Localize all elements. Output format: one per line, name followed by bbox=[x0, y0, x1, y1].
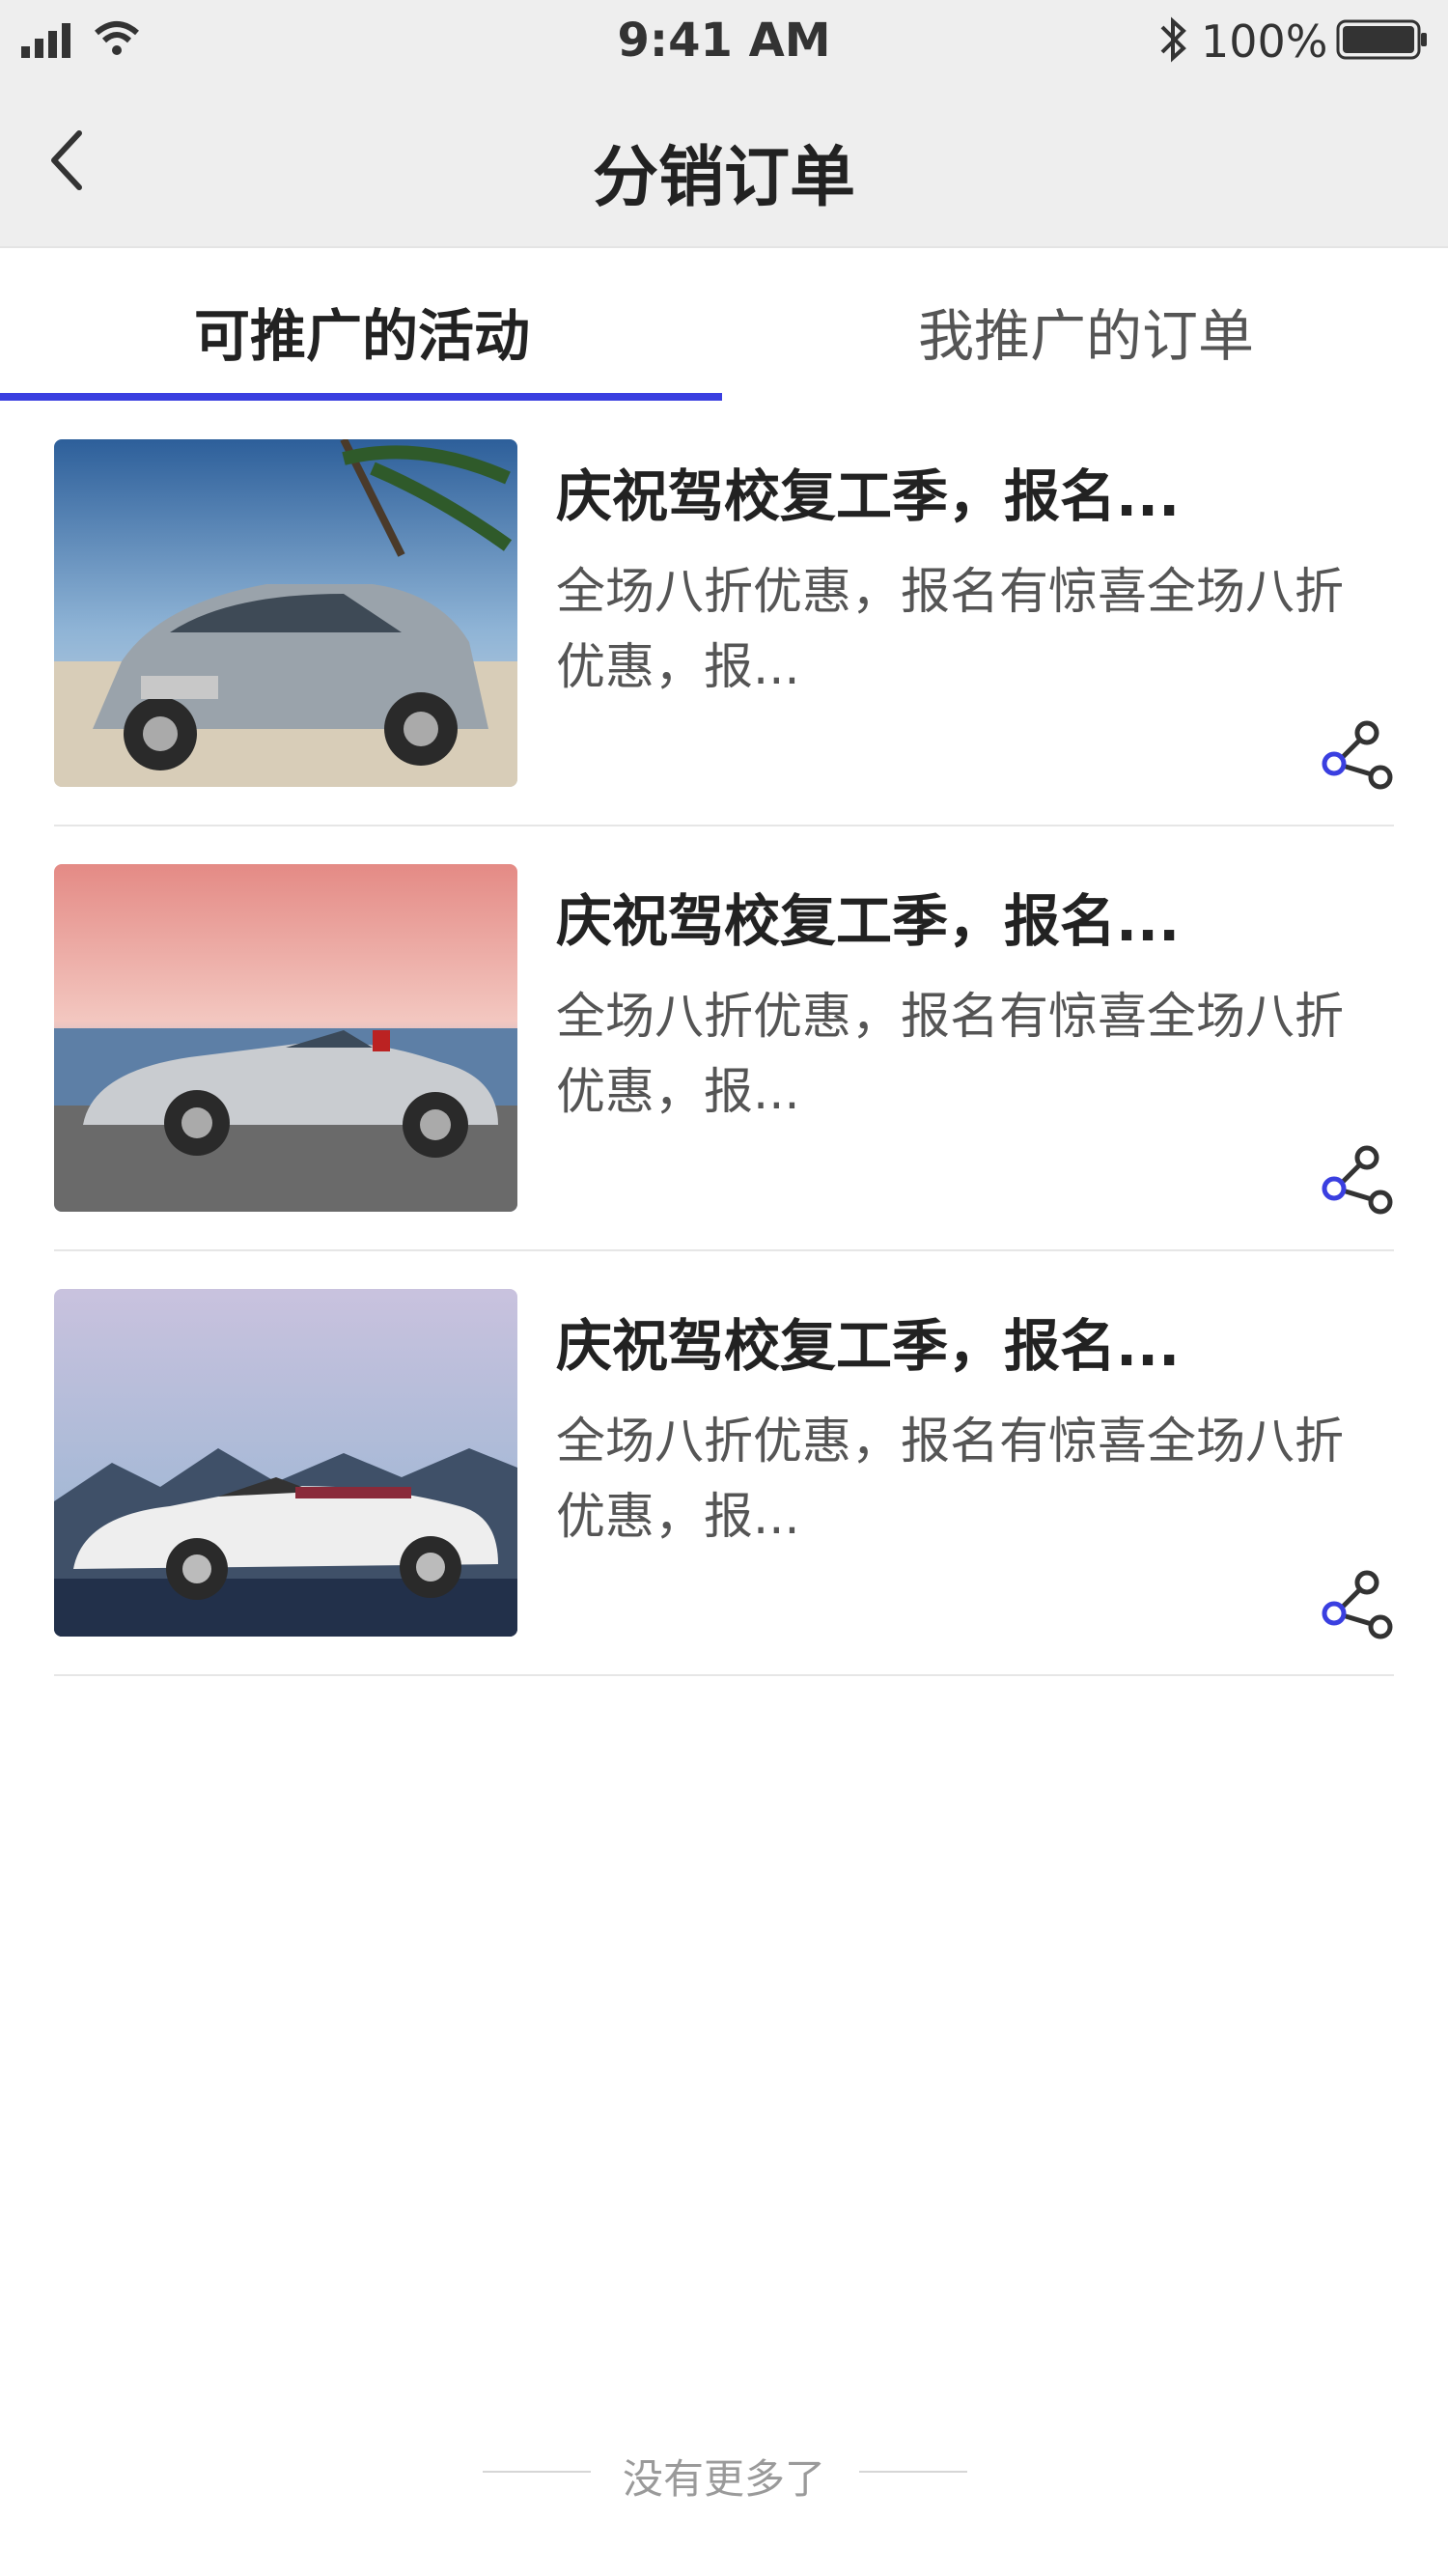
activity-image bbox=[54, 864, 517, 1212]
tab-label: 可推广的活动 bbox=[193, 303, 530, 369]
activity-description: 全场八折优惠，报名有惊喜全场八折优惠，报... bbox=[556, 564, 1345, 696]
activity-title: 庆祝驾校复工季，报名... bbox=[556, 463, 1181, 529]
activity-image bbox=[54, 1289, 517, 1637]
battery-percentage: 100% bbox=[1201, 15, 1328, 68]
activity-image bbox=[54, 439, 517, 787]
activity-title: 庆祝驾校复工季，报名... bbox=[556, 1313, 1181, 1379]
list-end-footer: 没有更多了 bbox=[0, 2443, 1448, 2503]
tab-bar: 可推广的活动 我推广的订单 bbox=[0, 248, 1448, 401]
share-icon[interactable] bbox=[1321, 719, 1394, 793]
tab-label: 我推广的订单 bbox=[917, 303, 1254, 369]
status-bar: 9:41 AM 100% bbox=[0, 0, 1448, 85]
activity-title: 庆祝驾校复工季，报名... bbox=[556, 888, 1181, 954]
share-icon[interactable] bbox=[1321, 1569, 1394, 1642]
tab-promotable-activities[interactable]: 可推广的活动 bbox=[0, 248, 724, 401]
page-title: 分销订单 bbox=[592, 140, 855, 216]
activity-description: 全场八折优惠，报名有惊喜全场八折优惠，报... bbox=[556, 989, 1345, 1121]
bluetooth-icon bbox=[1160, 16, 1186, 63]
battery-icon bbox=[1336, 19, 1427, 60]
nav-bar: 分销订单 bbox=[0, 85, 1448, 246]
tab-my-promoted-orders[interactable]: 我推广的订单 bbox=[724, 248, 1448, 401]
activity-description: 全场八折优惠，报名有惊喜全场八折优惠，报... bbox=[556, 1414, 1345, 1546]
list-item[interactable]: 庆祝驾校复工季，报名... 全场八折优惠，报名有惊喜全场八折优惠，报... bbox=[54, 864, 1394, 1251]
top-bar: 9:41 AM 100% 分销订单 bbox=[0, 0, 1448, 248]
list-item[interactable]: 庆祝驾校复工季，报名... 全场八折优惠，报名有惊喜全场八折优惠，报... bbox=[54, 439, 1394, 826]
share-icon[interactable] bbox=[1321, 1144, 1394, 1218]
no-more-text: 没有更多了 bbox=[622, 2455, 825, 2503]
divider bbox=[859, 2471, 967, 2473]
list-item[interactable]: 庆祝驾校复工季，报名... 全场八折优惠，报名有惊喜全场八折优惠，报... bbox=[54, 1289, 1394, 1676]
active-tab-indicator bbox=[0, 393, 722, 401]
